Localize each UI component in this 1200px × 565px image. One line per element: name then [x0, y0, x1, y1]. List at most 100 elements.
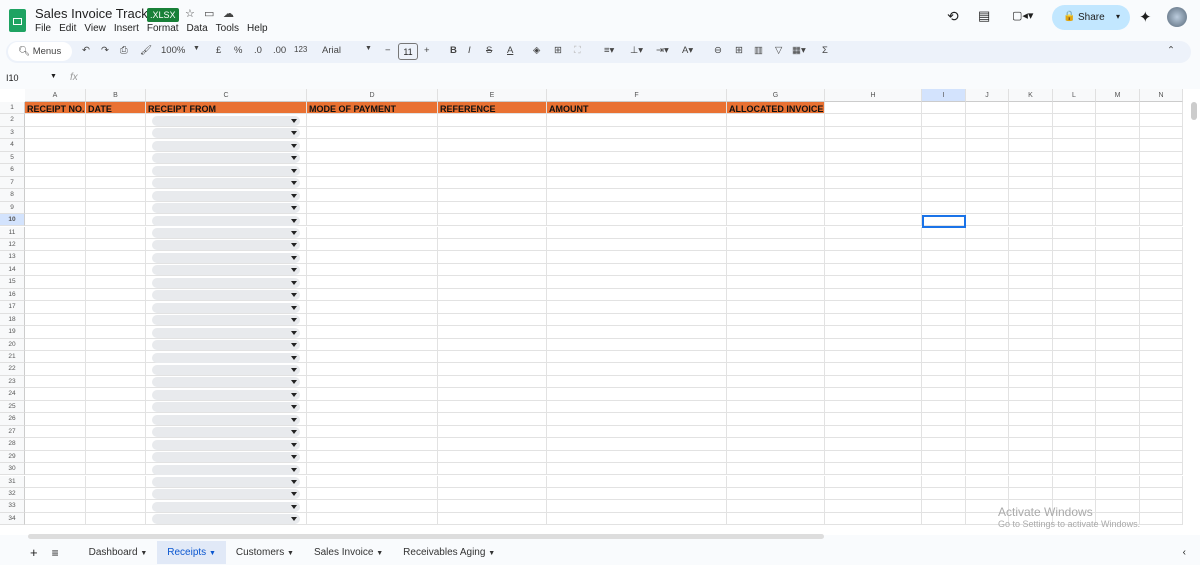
cell[interactable]	[825, 139, 922, 152]
chevron-down-icon[interactable]: ▼	[50, 73, 57, 80]
cell[interactable]	[727, 475, 825, 488]
cell[interactable]	[438, 313, 547, 327]
cell[interactable]	[922, 189, 966, 202]
cell[interactable]	[547, 425, 727, 439]
cell[interactable]	[1140, 263, 1183, 277]
cell[interactable]	[438, 276, 547, 289]
cell[interactable]	[25, 214, 86, 227]
cell[interactable]	[25, 463, 86, 476]
redo-icon[interactable]: ↷	[101, 45, 109, 56]
cell[interactable]	[922, 201, 966, 215]
cell[interactable]	[825, 450, 922, 464]
cell[interactable]	[825, 189, 922, 202]
filter-views-icon[interactable]: ▦▾	[792, 45, 806, 56]
cell[interactable]	[1096, 388, 1140, 401]
column-header-j[interactable]: J	[966, 89, 1009, 102]
cell[interactable]	[1009, 126, 1053, 140]
cell[interactable]	[438, 400, 547, 414]
cell[interactable]	[825, 301, 922, 314]
cell[interactable]	[1096, 425, 1140, 439]
borders-icon[interactable]: ⊞	[554, 45, 562, 56]
receipt-from-dropdown[interactable]	[152, 190, 300, 201]
cell[interactable]	[1096, 313, 1140, 327]
cell[interactable]	[727, 151, 825, 165]
cell[interactable]	[727, 126, 825, 140]
cell[interactable]	[547, 201, 727, 215]
name-box[interactable]: I10	[6, 73, 19, 83]
cell[interactable]	[825, 475, 922, 488]
cell[interactable]	[1096, 226, 1140, 239]
merge-cells-icon[interactable]: ⛶	[574, 45, 581, 56]
cell[interactable]	[547, 164, 727, 177]
row-header[interactable]: 31	[0, 475, 25, 488]
column-header-h[interactable]: H	[825, 89, 922, 102]
decrease-decimal-button[interactable]: .0	[254, 45, 262, 56]
cell[interactable]	[727, 139, 825, 152]
cell[interactable]	[438, 338, 547, 351]
cell[interactable]	[922, 313, 966, 327]
column-header-d[interactable]: D	[307, 89, 438, 102]
cell[interactable]	[1096, 351, 1140, 364]
cell[interactable]	[307, 201, 438, 215]
cell[interactable]	[1096, 176, 1140, 190]
receipt-from-dropdown[interactable]	[152, 427, 300, 438]
cell[interactable]	[1009, 438, 1053, 451]
receipt-from-dropdown[interactable]	[152, 439, 300, 450]
cell[interactable]	[922, 164, 966, 177]
row-header[interactable]: 24	[0, 388, 25, 401]
cell[interactable]	[307, 413, 438, 426]
cell[interactable]	[966, 151, 1009, 165]
row-header[interactable]: 21	[0, 351, 25, 364]
row-header[interactable]: 6	[0, 164, 25, 177]
paint-format-icon[interactable]: 🖌︎	[140, 45, 152, 56]
cell[interactable]	[966, 102, 1009, 115]
cell[interactable]	[1053, 238, 1096, 252]
move-folder-icon[interactable]: ▭	[204, 7, 214, 20]
receipt-from-dropdown[interactable]	[152, 128, 300, 139]
cell[interactable]	[1140, 388, 1183, 401]
cell[interactable]	[1096, 114, 1140, 127]
cell[interactable]	[25, 263, 86, 277]
cell[interactable]	[966, 413, 1009, 426]
sheets-logo[interactable]	[9, 9, 26, 32]
cell[interactable]	[1140, 151, 1183, 165]
cell[interactable]	[438, 475, 547, 488]
cell[interactable]	[547, 114, 727, 127]
cell[interactable]	[825, 338, 922, 351]
cell[interactable]	[966, 126, 1009, 140]
receipt-from-dropdown[interactable]	[152, 178, 300, 189]
cell[interactable]	[825, 288, 922, 302]
cell[interactable]	[1053, 102, 1096, 115]
cell[interactable]	[307, 400, 438, 414]
cell[interactable]	[1053, 425, 1096, 439]
chevron-down-icon[interactable]: ▼	[209, 550, 216, 557]
cell[interactable]	[438, 238, 547, 252]
cell[interactable]	[1140, 226, 1183, 239]
cell[interactable]	[307, 326, 438, 339]
search-menus-input[interactable]: 🔍︎ Menus	[8, 42, 72, 61]
cell[interactable]	[727, 425, 825, 439]
cell[interactable]	[966, 313, 1009, 327]
receipt-from-dropdown[interactable]	[152, 514, 300, 525]
cell[interactable]	[25, 475, 86, 488]
cell[interactable]	[547, 139, 727, 152]
cell[interactable]	[966, 214, 1009, 227]
cell[interactable]	[1053, 276, 1096, 289]
cell[interactable]	[25, 425, 86, 439]
column-header-g[interactable]: G	[727, 89, 825, 102]
cell[interactable]	[1009, 351, 1053, 364]
cell[interactable]	[438, 126, 547, 140]
cell[interactable]	[547, 438, 727, 451]
cell[interactable]	[25, 176, 86, 190]
cell[interactable]	[1053, 450, 1096, 464]
cell[interactable]	[1140, 126, 1183, 140]
cell[interactable]	[307, 313, 438, 327]
receipt-from-dropdown[interactable]	[152, 302, 300, 313]
cell[interactable]	[547, 313, 727, 327]
cell[interactable]	[966, 226, 1009, 239]
cell[interactable]	[547, 351, 727, 364]
receipt-from-dropdown[interactable]	[152, 203, 300, 214]
all-sheets-icon[interactable]: ≡	[52, 546, 59, 560]
cell[interactable]	[727, 238, 825, 252]
cell[interactable]	[1009, 164, 1053, 177]
